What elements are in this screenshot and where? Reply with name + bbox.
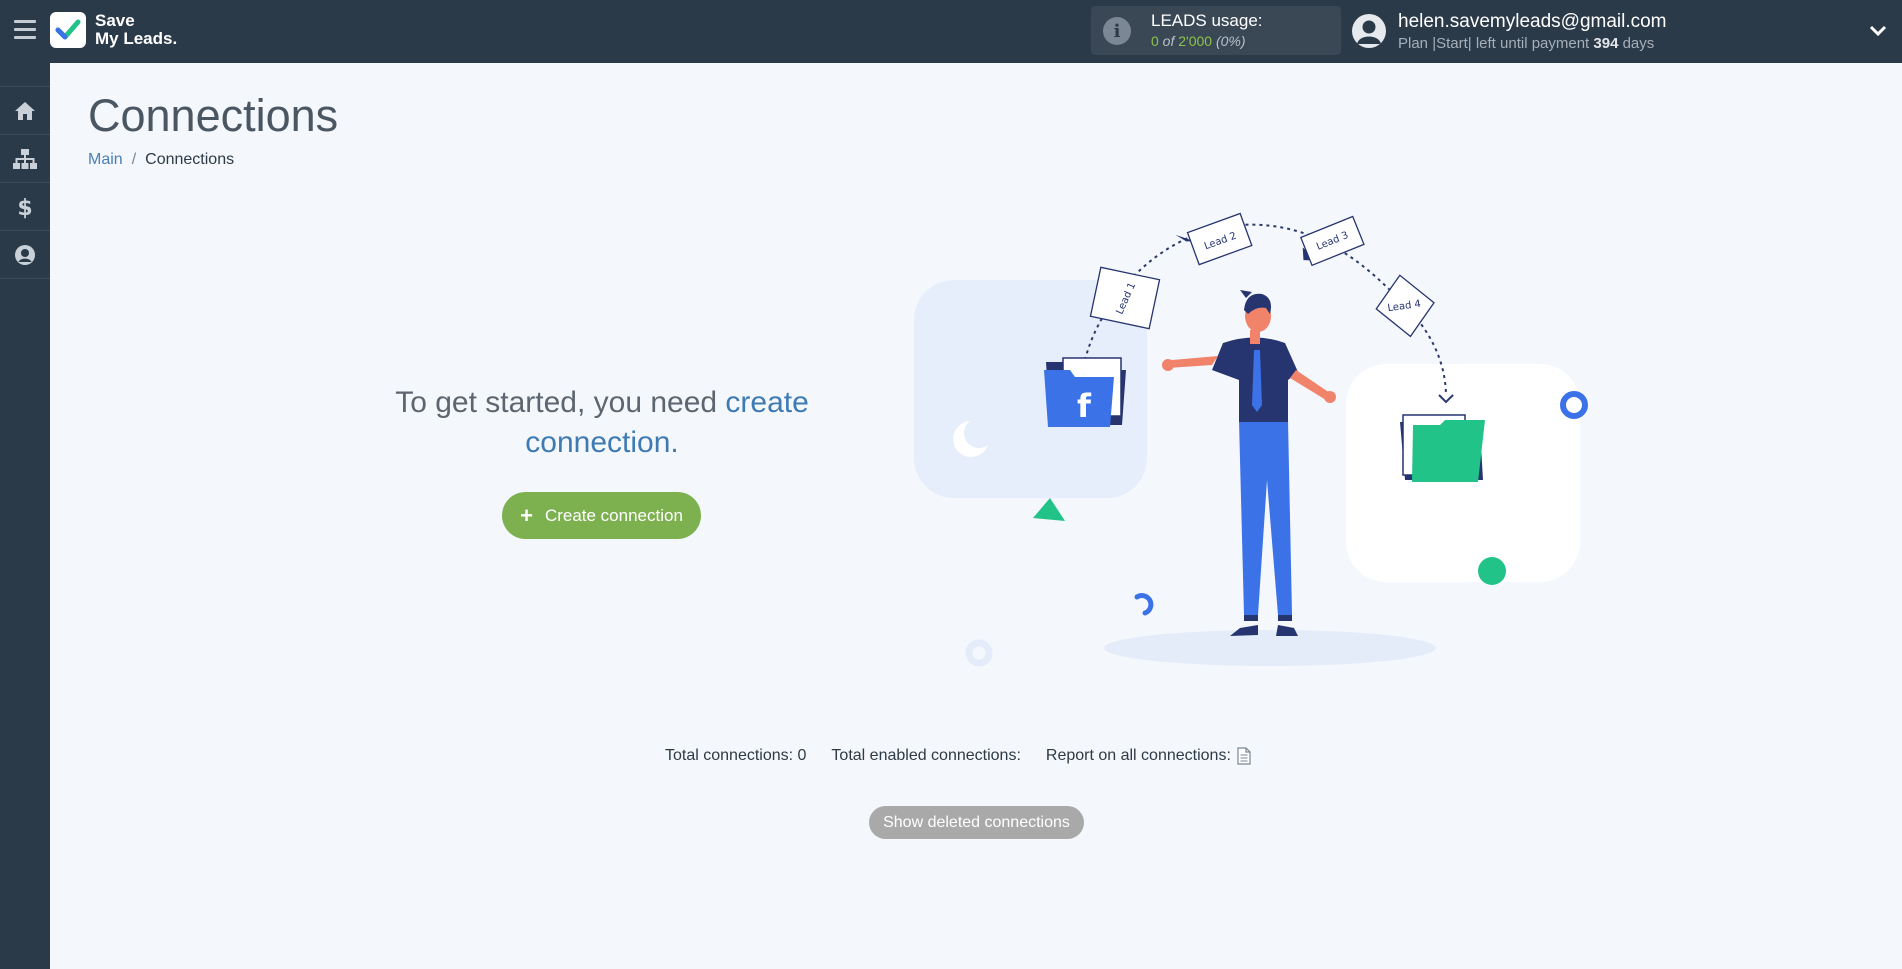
logo-text: Save My Leads. (95, 11, 178, 48)
sitemap-icon (13, 148, 37, 169)
report-label: Report on all connections: (1045, 747, 1231, 764)
page-title: Connections (88, 90, 339, 141)
lead-3-paper: Lead 3 (1299, 215, 1365, 267)
connection-stats: Total connections: 0 Total enabled conne… (665, 747, 1251, 765)
plan-info: Plan |Start| left until payment 394 days (1398, 35, 1655, 52)
usage-value: 0 of 2'000 (0%) (1151, 33, 1246, 49)
breadcrumb-current: Connections (145, 151, 235, 168)
svg-text:f: f (1077, 387, 1092, 425)
total-enabled-connections: Total enabled connections: (831, 747, 1021, 764)
logo[interactable]: Save My Leads. (50, 10, 177, 50)
sidebar: $ (0, 63, 50, 969)
plus-icon: + (520, 502, 533, 528)
sidebar-item-home[interactable] (0, 86, 50, 135)
chevron-down-icon[interactable] (1868, 22, 1888, 40)
lead-2-paper: Lead 2 (1175, 212, 1253, 266)
facebook-folder: f (1044, 357, 1126, 427)
show-deleted-connections-button[interactable]: Show deleted connections (869, 806, 1084, 839)
top-bar: Save My Leads. i LEADS usage: 0 of 2'000… (0, 0, 1902, 63)
total-connections: Total connections: 0 (665, 747, 807, 764)
leads-usage-panel: i LEADS usage: 0 of 2'000 (0%) (1091, 6, 1341, 55)
ring-shape (965, 639, 993, 667)
lead-4-paper: Lead 4 (1375, 274, 1435, 338)
menu-toggle-icon[interactable] (14, 20, 36, 42)
avatar (1352, 14, 1386, 48)
user-circle-icon (15, 244, 35, 265)
breadcrumb-main-link[interactable]: Main (88, 151, 123, 168)
empty-state-text: To get started, you need create connecti… (395, 386, 809, 459)
user-email: helen.savemyleads@gmail.com (1398, 11, 1667, 32)
triangle-shape (1033, 498, 1065, 521)
sidebar-item-billing[interactable]: $ (0, 183, 50, 231)
create-connection-button[interactable]: + Create connection (502, 492, 701, 539)
floor-shadow (1104, 630, 1436, 666)
info-icon: i (1103, 17, 1131, 45)
sidebar-item-connections[interactable] (0, 135, 50, 183)
blue-ring-dot (1560, 391, 1588, 419)
person-figure (1162, 290, 1336, 636)
breadcrumb-separator: / (131, 151, 137, 168)
report-file-icon[interactable] (1237, 747, 1251, 765)
breadcrumb: Main / Connections (88, 151, 234, 169)
green-dot (1478, 557, 1506, 585)
sidebar-item-account[interactable] (0, 231, 50, 279)
svg-text:$: $ (17, 196, 32, 219)
arc-shape (1134, 593, 1154, 616)
dollar-icon: $ (17, 196, 32, 219)
destination-folder (1400, 414, 1485, 482)
logo-check-icon (50, 12, 86, 48)
usage-title: LEADS usage: (1151, 11, 1263, 30)
connections-illustration: f Lead 1 Lead 2 Lead 3 Lead 4 (914, 212, 1588, 667)
home-icon (15, 101, 35, 120)
